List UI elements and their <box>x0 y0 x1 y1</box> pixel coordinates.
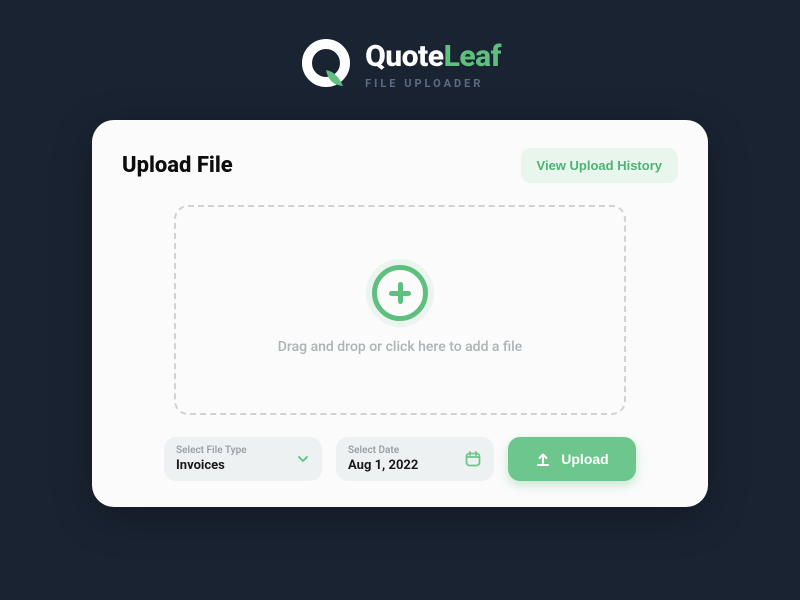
view-history-button[interactable]: View Upload History <box>521 148 678 183</box>
file-type-value: Invoices <box>176 458 247 473</box>
upload-button-label: Upload <box>561 451 608 467</box>
calendar-icon <box>464 450 482 468</box>
controls-row: Select File Type Invoices Select Date Au… <box>122 437 678 481</box>
upload-card: Upload File View Upload History Drag and… <box>92 120 708 507</box>
brand-header: QuoteLeaf FILE UPLOADER <box>299 38 501 92</box>
upload-icon <box>535 451 551 467</box>
date-label: Select Date <box>348 445 418 456</box>
brand-name: QuoteLeaf <box>365 42 501 72</box>
file-type-label: Select File Type <box>176 445 247 456</box>
page-title: Upload File <box>122 153 233 178</box>
quoteleaf-logo-icon <box>299 38 353 92</box>
chevron-down-icon <box>296 452 310 466</box>
file-dropzone[interactable]: Drag and drop or click here to add a fil… <box>174 205 626 415</box>
card-header: Upload File View Upload History <box>122 148 678 183</box>
upload-button[interactable]: Upload <box>508 437 636 481</box>
date-select[interactable]: Select Date Aug 1, 2022 <box>336 437 494 481</box>
plus-circle-icon <box>372 265 428 321</box>
dropzone-instruction: Drag and drop or click here to add a fil… <box>278 339 522 355</box>
brand-name-b: Leaf <box>444 39 501 74</box>
brand-name-a: Quote <box>365 39 444 74</box>
date-value: Aug 1, 2022 <box>348 458 418 473</box>
brand-subtitle: FILE UPLOADER <box>365 78 501 89</box>
file-type-select[interactable]: Select File Type Invoices <box>164 437 322 481</box>
